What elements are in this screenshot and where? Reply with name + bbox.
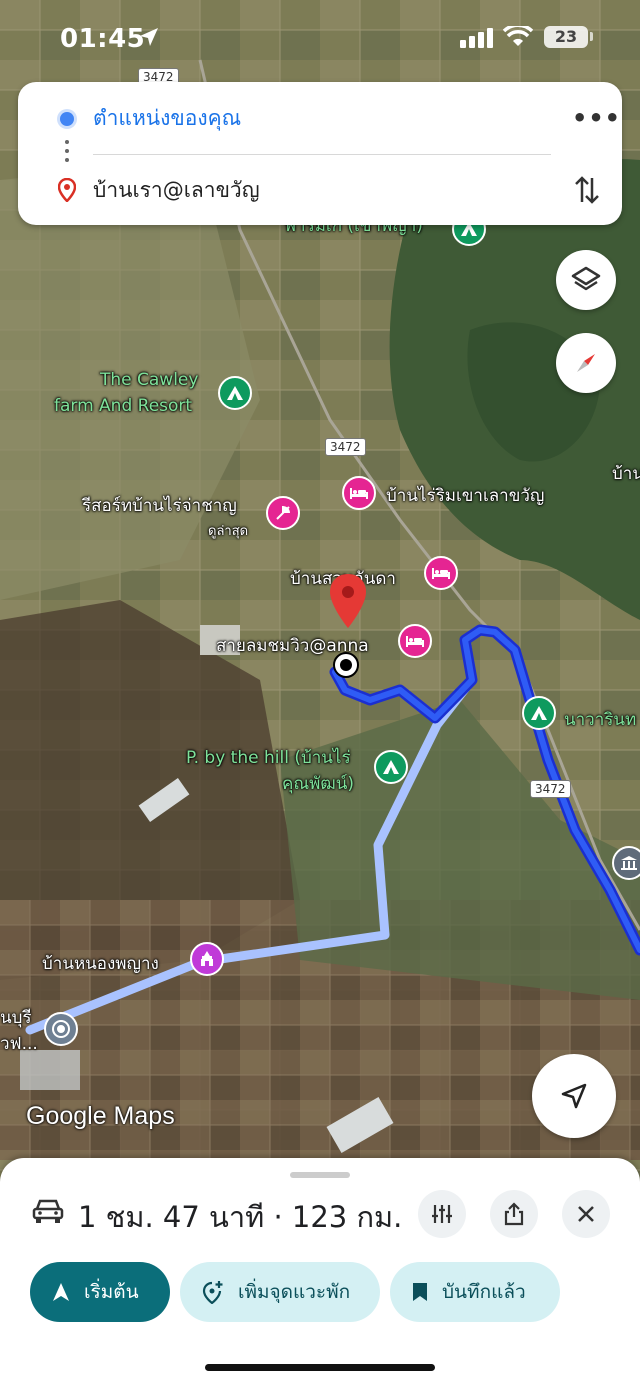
battery-tip [590,32,593,41]
google-maps-logo: Google Maps [26,1102,175,1130]
directions-card: ตำแหน่งของคุณ บ้านเรา@เลาขวัญ ••• [18,82,622,225]
swap-icon[interactable] [574,174,600,206]
sheet-handle[interactable] [290,1172,350,1178]
poi-label-ban-nong: บ้านหนองพญาง [42,954,159,974]
poi-label-nawarin: นาวารินท [564,710,637,730]
car-icon [32,1199,64,1223]
poi-label-p-by-hill-1: P. by the hill (บ้านไร่ [186,748,351,768]
poi-label-banrai-rim-khao: บ้านไร่ริมเขาเลาขวัญ [386,486,545,506]
more-icon[interactable]: ••• [572,104,621,132]
location-arrow-icon [140,28,158,46]
compass-button[interactable] [556,333,616,393]
poi-label-resort-bannrai: รีสอร์ทบ้านไร่จ่าชาญ [82,496,237,516]
camping-icon[interactable] [218,376,252,410]
saved-label: บันทึกแล้ว [442,1281,526,1303]
status-time: 01:45 [60,24,146,54]
signal-icon [460,28,493,48]
status-bar: 01:45 23 [0,0,640,76]
hotel-icon[interactable] [398,624,432,658]
poi-label-edge-left-2: วฟ... [0,1034,38,1054]
route-options-icon [432,1205,452,1223]
route-bottom-sheet: 1 ชม. 47 นาที · 123 กม. เริ่มต้น เพิ่มจุ… [0,1158,640,1384]
poi-label-edge-top: บ้าน [612,464,640,484]
origin-dot-icon [60,112,74,126]
poi-label-p-by-hill-2: คุณพัฒน์) [282,774,354,794]
origin-field[interactable]: ตำแหน่งของคุณ [93,102,241,135]
poi-label-cawley-1: The Cawley [100,370,199,390]
route-start-marker[interactable] [44,1012,78,1046]
divider [93,154,551,155]
route-options-button[interactable] [418,1190,466,1238]
layers-icon [571,266,601,291]
road-shield-3472-lower: 3472 [530,780,571,798]
map-pin-icon[interactable] [328,572,368,630]
poi-label-edge-left-1: นบุรี [0,1008,32,1028]
layers-button[interactable] [556,250,616,310]
saved-button[interactable]: บันทึกแล้ว [390,1262,560,1322]
camping-icon[interactable] [374,750,408,784]
start-button[interactable]: เริ่มต้น [30,1262,170,1322]
my-location-button[interactable] [532,1054,616,1138]
close-button[interactable] [562,1190,610,1238]
poi-label-resort-bannrai-sub: ดูล่าสุด [208,524,249,539]
navigate-icon [561,1083,587,1109]
hotel-icon[interactable] [342,476,376,510]
camping-icon[interactable] [522,696,556,730]
poi-label-cawley-2: farm And Resort [54,396,193,416]
road-shield-3472: 3472 [325,438,366,456]
destination-pin-icon [58,178,76,202]
hotel-icon[interactable] [424,556,458,590]
share-icon [504,1202,524,1226]
destination-field[interactable]: บ้านเรา@เลาขวัญ [93,174,260,207]
route-summary: 1 ชม. 47 นาที · 123 กม. [78,1200,403,1234]
landmark-icon[interactable] [612,846,640,880]
resort-icon[interactable] [266,496,300,530]
home-indicator[interactable] [205,1364,435,1371]
battery-icon: 23 [544,26,588,48]
start-label: เริ่มต้น [84,1281,139,1303]
close-icon [578,1206,594,1222]
route-destination-marker [333,652,359,678]
add-stop-button[interactable]: เพิ่มจุดแวะพัก [180,1262,380,1322]
bookmark-icon [413,1283,427,1301]
navigation-arrow-icon [53,1283,69,1301]
add-stop-icon [202,1281,223,1304]
add-stop-label: เพิ่มจุดแวะพัก [238,1281,351,1303]
share-button[interactable] [490,1190,538,1238]
temple-icon[interactable] [190,942,224,976]
route-dots [65,140,69,167]
wifi-icon [503,26,533,46]
compass-icon [577,354,595,372]
